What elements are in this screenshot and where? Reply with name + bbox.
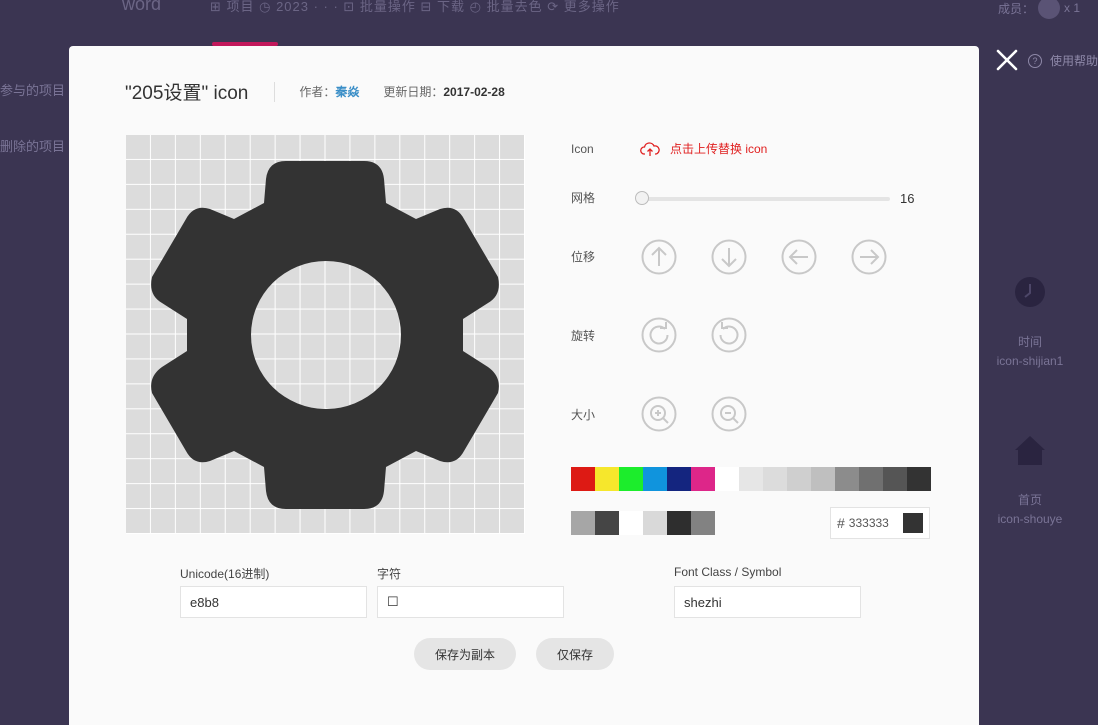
move-up-button[interactable] <box>641 239 677 275</box>
background-tabs: ⊞ 项目 ◷ 2023 · · · ⊡ 批量操作 ⊟ 下载 ◴ 批量去色 ⟳ 更… <box>210 0 620 14</box>
color-swatch[interactable] <box>595 467 619 491</box>
rotate-clockwise-button[interactable] <box>641 317 677 353</box>
zoom-out-icon <box>711 396 747 432</box>
rotate-label: 旋转 <box>571 329 596 343</box>
background-icon-card: 时间 icon-shijian1 <box>980 276 1080 368</box>
color-swatch[interactable] <box>619 467 643 491</box>
rotate-counterclockwise-button[interactable] <box>711 317 747 353</box>
rotate-cw-icon <box>641 317 677 353</box>
color-swatch[interactable] <box>571 467 595 491</box>
arrow-right-icon <box>851 239 887 275</box>
grid-label: 网格 <box>571 191 596 205</box>
close-icon <box>996 49 1018 71</box>
move-label: 位移 <box>571 250 596 264</box>
grid-slider-handle[interactable] <box>635 191 649 205</box>
zoom-in-icon <box>641 396 677 432</box>
background-side-item: 删除的项目 <box>0 139 66 154</box>
color-swatch[interactable] <box>883 467 907 491</box>
char-input[interactable] <box>377 586 564 618</box>
arrow-left-icon <box>781 239 817 275</box>
cloud-upload-icon <box>640 141 660 156</box>
card-name: icon-shijian1 <box>996 354 1064 368</box>
help-label: 使用帮助 <box>1050 54 1098 68</box>
help-link[interactable]: ? 使用帮助 <box>1028 52 1098 69</box>
color-swatch[interactable] <box>859 467 883 491</box>
color-palette-row-1 <box>571 467 931 491</box>
font-class-label: Font Class / Symbol <box>674 565 782 579</box>
card-label: 首页 <box>1017 493 1042 507</box>
background-side-item: 参与的项目 <box>0 83 66 98</box>
close-button[interactable] <box>993 46 1021 74</box>
color-swatch[interactable] <box>691 467 715 491</box>
grid-value: 16 <box>900 191 915 206</box>
member-info: 成员： x 1 <box>998 0 1080 19</box>
unicode-label: Unicode(16进制) <box>180 567 270 581</box>
color-swatch[interactable] <box>763 467 787 491</box>
background-icon-card: 首页 icon-shouye <box>980 434 1080 526</box>
card-name: icon-shouye <box>997 512 1063 526</box>
move-right-button[interactable] <box>851 239 887 275</box>
color-swatch[interactable] <box>811 467 835 491</box>
member-label: 成员： <box>997 1 1034 16</box>
size-label: 大小 <box>571 408 596 422</box>
upload-replace-button[interactable]: 点击上传替换 icon <box>640 140 767 157</box>
arrow-up-icon <box>641 239 677 275</box>
gear-icon <box>151 161 499 509</box>
char-label: 字符 <box>377 567 402 581</box>
color-swatch[interactable] <box>667 511 691 535</box>
move-left-button[interactable] <box>781 239 817 275</box>
app-word: word <box>122 0 162 14</box>
update-date: 2017-02-28 <box>443 84 505 99</box>
hex-prefix: # <box>837 515 845 531</box>
zoom-in-button[interactable] <box>641 396 677 432</box>
arrow-down-icon <box>711 239 747 275</box>
color-swatch[interactable] <box>571 511 595 535</box>
color-palette-row-2 <box>571 511 715 535</box>
color-swatch[interactable] <box>619 511 643 535</box>
save-only-button[interactable]: 仅保存 <box>536 638 614 670</box>
icon-title: "205设置" icon <box>125 83 249 104</box>
icon-preview-grid <box>126 135 525 534</box>
color-preview-swatch <box>903 513 923 533</box>
header-divider <box>274 81 276 102</box>
upload-label: 点击上传替换 icon <box>670 142 768 156</box>
clock-icon <box>1015 277 1045 307</box>
background-top-bar: word ⊞ 项目 ◷ 2023 · · · ⊡ 批量操作 ⊟ 下载 ◴ 批量去… <box>0 0 1098 20</box>
icon-edit-modal: "205设置" icon 作者： 秦焱 更新日期： 2017-02-28 Ico… <box>69 46 979 725</box>
color-swatch[interactable] <box>787 467 811 491</box>
color-swatch[interactable] <box>691 511 715 535</box>
icon-label: Icon <box>571 142 594 156</box>
zoom-out-button[interactable] <box>711 396 747 432</box>
author-link[interactable]: 秦焱 <box>335 83 359 100</box>
color-swatch[interactable] <box>595 511 619 535</box>
color-swatch[interactable] <box>907 467 931 491</box>
color-swatch[interactable] <box>643 511 667 535</box>
move-down-button[interactable] <box>711 239 747 275</box>
rotate-ccw-icon <box>711 317 747 353</box>
hex-color-field[interactable]: # <box>830 507 930 539</box>
grid-slider-track[interactable] <box>636 197 890 201</box>
save-as-copy-button[interactable]: 保存为副本 <box>414 638 516 670</box>
hex-color-input[interactable] <box>848 516 899 530</box>
author-label: 作者： <box>299 85 336 99</box>
color-swatch[interactable] <box>643 467 667 491</box>
member-count: x 1 <box>1063 1 1080 15</box>
card-label: 时间 <box>1017 335 1042 349</box>
unicode-input[interactable] <box>180 586 367 618</box>
color-swatch[interactable] <box>835 467 859 491</box>
question-icon: ? <box>1028 53 1042 68</box>
color-swatch[interactable] <box>739 467 763 491</box>
avatar <box>1037 0 1060 19</box>
color-swatch[interactable] <box>715 467 739 491</box>
date-label: 更新日期： <box>383 85 444 99</box>
font-class-input[interactable] <box>674 586 861 618</box>
modal-header: "205设置" icon 作者： 秦焱 更新日期： 2017-02-28 <box>125 78 505 105</box>
color-swatch[interactable] <box>667 467 691 491</box>
home-icon <box>1015 436 1045 465</box>
